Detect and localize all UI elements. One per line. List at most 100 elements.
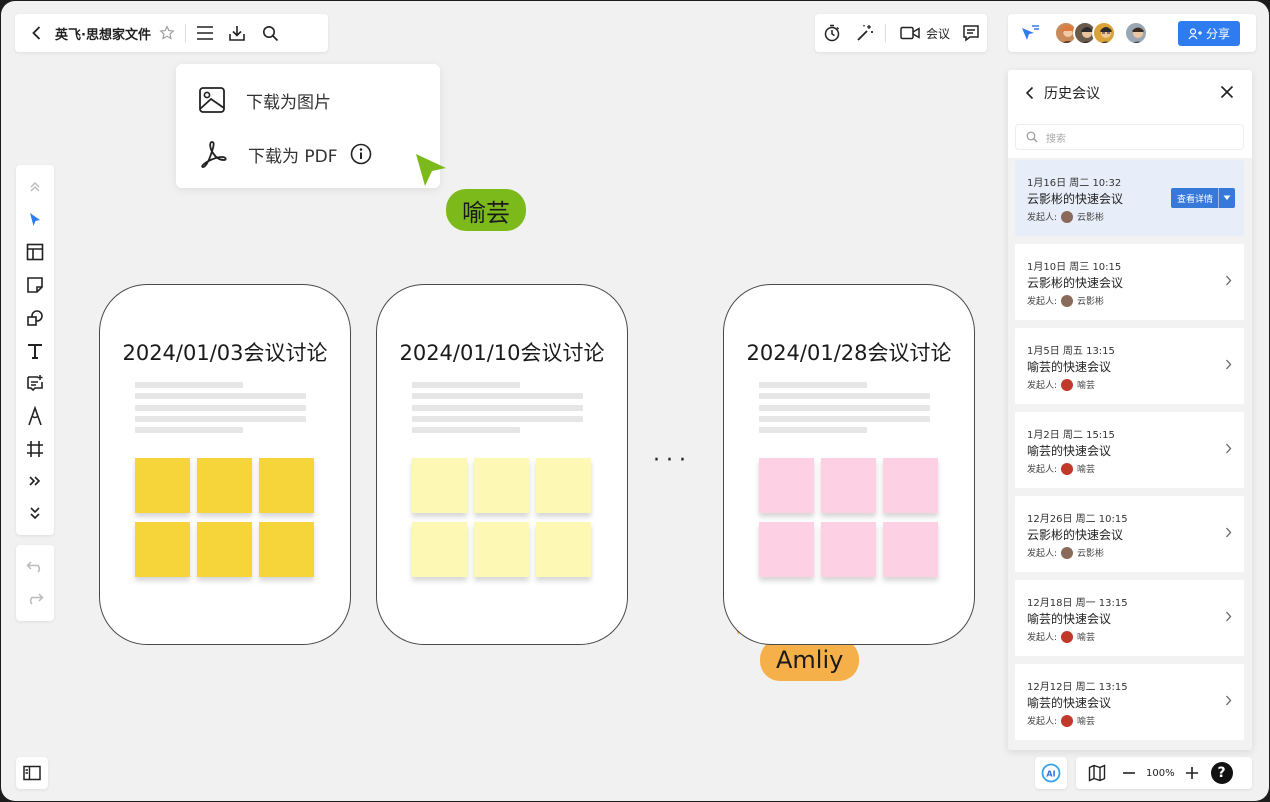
history-meeting-item[interactable]: 12月26日 周二 10:15 云影彬的快速会议 发起人: 云影彬: [1015, 496, 1244, 572]
view-details-button[interactable]: 查看详情: [1171, 188, 1235, 208]
select-pointer-icon[interactable]: [16, 206, 54, 234]
back-icon[interactable]: [29, 25, 45, 41]
chevron-right-icon[interactable]: [1225, 275, 1232, 286]
download-pdf-item[interactable]: 下载为 PDF: [198, 139, 372, 169]
expand-down-icon[interactable]: [16, 499, 54, 527]
meeting-name: 云影彬的快速会议: [1027, 528, 1124, 542]
history-meeting-item[interactable]: 1月16日 周二 10:32 云影彬的快速会议 发起人: 云影彬 查看详情: [1015, 160, 1244, 236]
collaboration-toolbar: 分享: [1008, 14, 1256, 52]
chevron-right-icon[interactable]: [1225, 527, 1232, 538]
timer-icon[interactable]: [823, 24, 841, 42]
sticky-note[interactable]: [883, 458, 938, 513]
help-button[interactable]: ?: [1210, 762, 1233, 784]
history-search-input[interactable]: 搜索: [1015, 124, 1244, 150]
download-icon[interactable]: [228, 24, 246, 42]
info-icon[interactable]: [350, 143, 372, 165]
zoom-out-icon[interactable]: [1122, 766, 1136, 780]
sticky-note[interactable]: [412, 458, 467, 513]
sticky-note-icon[interactable]: [16, 271, 54, 299]
placeholder-text-line: [135, 382, 243, 388]
sticky-note[interactable]: [474, 522, 529, 577]
host-prefix: 发起人:: [1027, 297, 1058, 307]
avatar: [1061, 378, 1074, 391]
meeting-date: 12月26日 周二 10:15: [1027, 514, 1128, 525]
star-icon[interactable]: [159, 25, 175, 41]
video-meeting-icon[interactable]: [900, 25, 920, 41]
sticky-note[interactable]: [759, 522, 814, 577]
sticky-note[interactable]: [135, 458, 190, 513]
back-icon[interactable]: [1024, 86, 1036, 100]
card-title: 2024/01/28会议讨论: [746, 341, 952, 365]
sticky-note[interactable]: [197, 458, 252, 513]
undo-redo-panel: [16, 545, 54, 621]
template-layout-icon[interactable]: [16, 238, 54, 266]
search-icon[interactable]: [262, 25, 279, 42]
share-button[interactable]: 分享: [1178, 21, 1240, 46]
text-tool-icon[interactable]: [16, 337, 54, 365]
sticky-note[interactable]: [474, 458, 529, 513]
sticky-note[interactable]: [412, 522, 467, 577]
pen-draw-icon[interactable]: [16, 402, 54, 430]
download-image-item[interactable]: 下载为图片: [198, 86, 331, 114]
sticky-note[interactable]: [536, 458, 591, 513]
avatar: [1061, 630, 1074, 643]
history-meeting-item[interactable]: 1月2日 周二 15:15 喻芸的快速会议 发起人: 喻芸: [1015, 412, 1244, 488]
chat-icon[interactable]: [962, 24, 980, 42]
chevron-right-icon[interactable]: [1225, 611, 1232, 622]
sticky-note[interactable]: [821, 458, 876, 513]
follow-cursor-icon[interactable]: [1020, 24, 1040, 42]
share-users-icon: [1188, 27, 1202, 40]
app-window: 英飞·思想家文件 下载为图片 下载为 PDF 喻芸 Amliy 2024/01/…: [1, 1, 1269, 801]
sticky-note[interactable]: [259, 458, 314, 513]
sticky-note[interactable]: [536, 522, 591, 577]
avatar-group[interactable]: [1054, 21, 1148, 45]
host-prefix: 发起人:: [1027, 381, 1058, 391]
top-left-toolbar: 英飞·思想家文件: [15, 14, 328, 52]
history-meeting-item[interactable]: 1月10日 周三 10:15 云影彬的快速会议 发起人: 云影彬: [1015, 244, 1244, 320]
meeting-card[interactable]: 2024/01/03会议讨论: [99, 284, 351, 645]
zoom-in-icon[interactable]: [1185, 766, 1199, 780]
magic-wand-icon[interactable]: [855, 23, 875, 43]
chevron-right-icon[interactable]: [1225, 695, 1232, 706]
history-meeting-item[interactable]: 12月18日 周一 13:15 喻芸的快速会议 发起人: 喻芸: [1015, 580, 1244, 656]
minimap-icon[interactable]: [1088, 764, 1106, 782]
pdf-icon: [198, 139, 228, 169]
sidebar-toggle-button[interactable]: [16, 757, 48, 789]
avatar[interactable]: [1092, 21, 1116, 45]
ai-assistant-button[interactable]: AI: [1035, 757, 1067, 789]
placeholder-text-line: [135, 405, 306, 411]
meeting-name: 喻芸的快速会议: [1027, 696, 1112, 710]
avatar[interactable]: [1124, 21, 1148, 45]
sticky-note[interactable]: [883, 522, 938, 577]
history-meeting-item[interactable]: 1月5日 周五 13:15 喻芸的快速会议 发起人: 喻芸: [1015, 328, 1244, 404]
meeting-card[interactable]: 2024/01/28会议讨论: [723, 284, 975, 645]
undo-icon[interactable]: [16, 553, 54, 581]
meeting-card[interactable]: 2024/01/10会议讨论: [376, 284, 628, 645]
meeting-date: 1月16日 周二 10:32: [1027, 178, 1122, 189]
redo-icon[interactable]: [16, 585, 54, 613]
menu-icon[interactable]: [196, 25, 214, 41]
sticky-note[interactable]: [259, 522, 314, 577]
sticky-note[interactable]: [135, 522, 190, 577]
history-meetings-panel: 历史会议 搜索 1月16日 周二 10:32 云影彬的快速会议 发起人: 云影彬 查看详…: [1008, 70, 1252, 750]
sticky-note[interactable]: [821, 522, 876, 577]
frame-tool-icon[interactable]: [16, 435, 54, 463]
sticky-note[interactable]: [759, 458, 814, 513]
meeting-name: 云影彬的快速会议: [1027, 192, 1124, 206]
chevron-down-icon[interactable]: [1218, 188, 1235, 208]
host-name: 喻芸: [1077, 381, 1096, 391]
more-tools-icon[interactable]: [16, 467, 54, 495]
chevron-right-icon[interactable]: [1225, 359, 1232, 370]
document-title[interactable]: 英飞·思想家文件: [55, 24, 151, 43]
placeholder-text-line: [759, 382, 867, 388]
chevron-right-icon[interactable]: [1225, 443, 1232, 454]
close-icon[interactable]: [1220, 85, 1234, 99]
meeting-label[interactable]: 会议: [926, 25, 950, 42]
zoom-level: 100%: [1146, 767, 1175, 779]
meeting-host: 发起人: 云影彬: [1027, 210, 1104, 223]
comment-icon[interactable]: [16, 369, 54, 397]
collapse-up-icon[interactable]: [16, 173, 54, 201]
sticky-note[interactable]: [197, 522, 252, 577]
shapes-icon[interactable]: [16, 304, 54, 332]
history-meeting-item[interactable]: 12月12日 周二 13:15 喻芸的快速会议 发起人: 喻芸: [1015, 664, 1244, 740]
